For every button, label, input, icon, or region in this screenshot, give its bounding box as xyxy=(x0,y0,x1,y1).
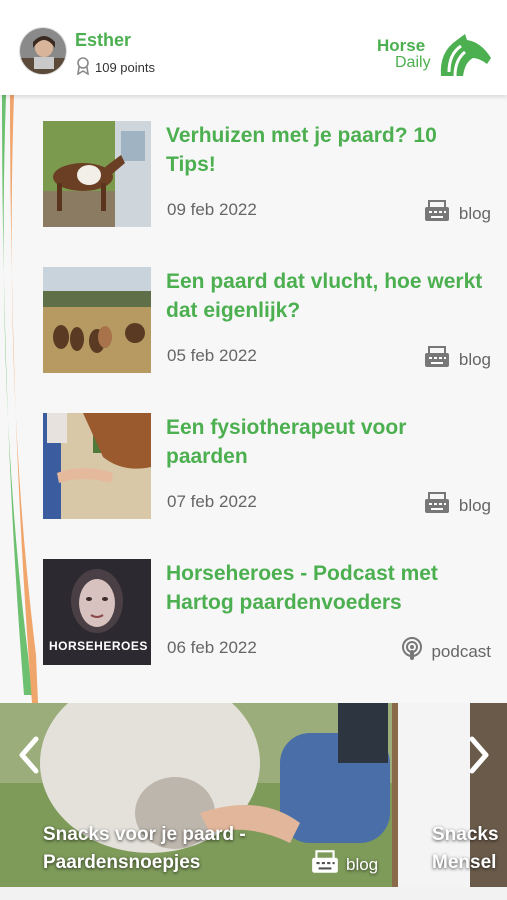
article-date: 09 feb 2022 xyxy=(167,200,257,219)
app-header: Esther 109 points Horse Daily xyxy=(0,0,507,95)
horse-head-icon xyxy=(440,34,491,77)
article-type: blog xyxy=(423,199,491,228)
article-date: 05 feb 2022 xyxy=(167,346,257,365)
horse-daily-logo: Horse Daily xyxy=(377,32,497,80)
article-date: 06 feb 2022 xyxy=(167,638,257,657)
award-icon xyxy=(75,57,91,78)
article-card[interactable]: HORSEHEROES Horseheroes - Podcast met Ha… xyxy=(0,533,507,679)
avatar[interactable] xyxy=(19,27,67,75)
article-type: blog xyxy=(423,491,491,520)
podcast-thumb-text: HORSEHEROES xyxy=(49,639,148,653)
article-type-label: blog xyxy=(458,495,491,515)
points-display: 109 points xyxy=(75,57,155,78)
article-type: podcast xyxy=(401,637,491,666)
username[interactable]: Esther xyxy=(75,30,131,51)
typewriter-icon xyxy=(423,491,451,520)
article-type-label: blog xyxy=(458,349,491,369)
typewriter-icon xyxy=(423,345,451,374)
article-date: 07 feb 2022 xyxy=(167,492,257,511)
article-title[interactable]: Verhuizen met je paard? 10 Tips! xyxy=(166,121,486,179)
article-title[interactable]: Een fysiotherapeut voor paarden xyxy=(166,413,486,471)
article-thumbnail xyxy=(43,267,151,373)
article-thumbnail xyxy=(43,413,151,519)
article-card[interactable]: Verhuizen met je paard? 10 Tips! 09 feb … xyxy=(0,95,507,241)
article-title[interactable]: Horseheroes - Podcast met Hartog paarden… xyxy=(166,559,486,617)
carousel-slide-type: blog xyxy=(310,849,378,880)
article-thumbnail xyxy=(43,121,151,227)
bottom-strip xyxy=(0,887,507,900)
carousel-type-label: blog xyxy=(346,854,379,874)
article-feed[interactable]: Verhuizen met je paard? 10 Tips! 09 feb … xyxy=(0,95,507,703)
carousel-next-slide-title[interactable]: Snacks Mensel xyxy=(432,821,499,877)
typewriter-icon xyxy=(310,849,340,880)
article-card[interactable]: Een paard dat vlucht, hoe werkt dat eige… xyxy=(0,241,507,387)
chevron-right-icon xyxy=(469,736,489,774)
chevron-left-icon xyxy=(19,736,39,774)
carousel-slide-title[interactable]: Snacks voor je paard - Paardensnoepjes xyxy=(43,821,246,877)
article-thumbnail: HORSEHEROES xyxy=(43,559,151,665)
article-type-label: podcast xyxy=(431,641,491,661)
carousel-next-button[interactable] xyxy=(464,733,494,777)
typewriter-icon xyxy=(423,199,451,228)
points-label: 109 points xyxy=(95,60,155,75)
article-type: blog xyxy=(423,345,491,374)
article-title[interactable]: Een paard dat vlucht, hoe werkt dat eige… xyxy=(166,267,486,325)
featured-carousel[interactable]: Snacks voor je paard - Paardensnoepjes b… xyxy=(0,703,507,887)
article-card[interactable]: Een fysiotherapeut voor paarden 07 feb 2… xyxy=(0,387,507,533)
podcast-icon xyxy=(401,637,423,666)
article-type-label: blog xyxy=(458,203,491,223)
carousel-prev-button[interactable] xyxy=(14,733,44,777)
